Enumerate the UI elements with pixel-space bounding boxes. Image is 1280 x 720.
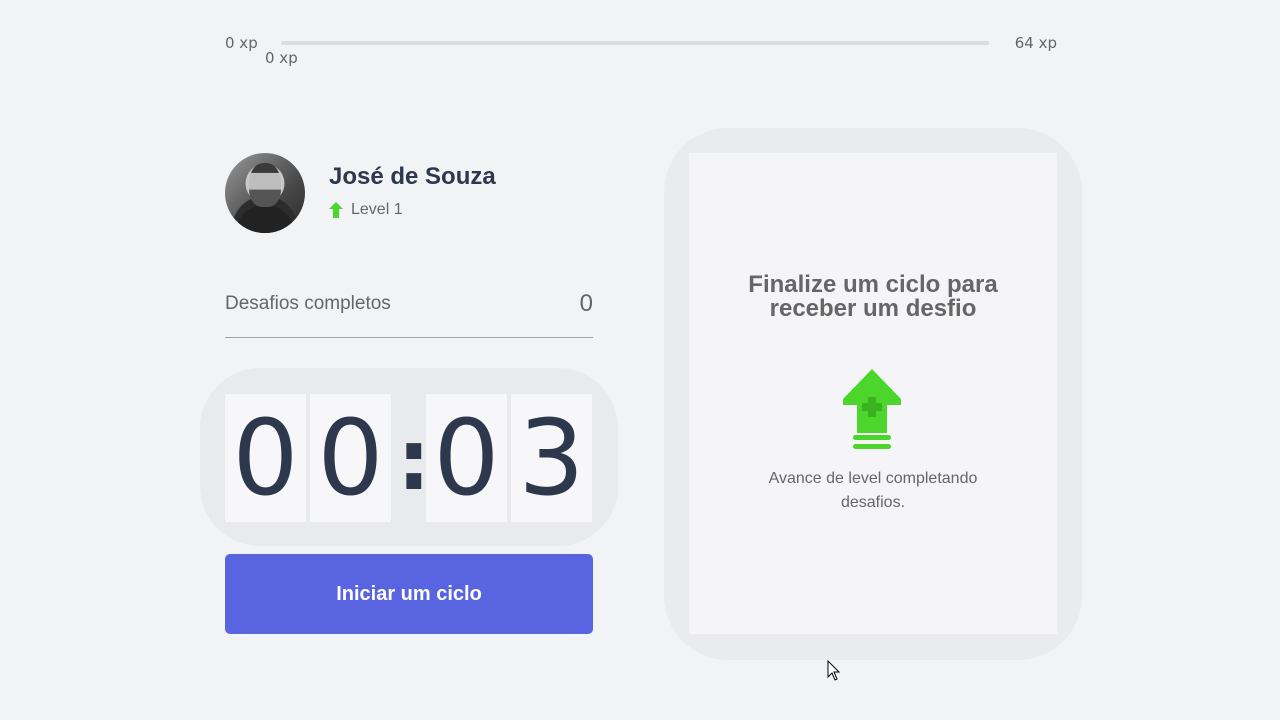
level-label: Level 1 xyxy=(351,201,403,218)
countdown-timer: 0 0 : 0 3 xyxy=(200,368,618,546)
avatar xyxy=(225,153,305,233)
user-profile: José de Souza Level 1 xyxy=(225,153,593,233)
challenge-box: Finalize um ciclo para receber um desfio… xyxy=(689,153,1057,634)
user-level: Level 1 xyxy=(329,201,403,219)
second-digit-tens: 0 xyxy=(426,394,507,522)
level-up-arrow-icon xyxy=(329,202,343,218)
mouse-cursor-icon xyxy=(827,660,841,681)
completed-challenges: Desafios completos 0 xyxy=(225,288,593,338)
minute-digit-tens: 0 xyxy=(225,394,306,522)
xp-progress-track xyxy=(281,41,989,45)
countdown-minutes: 0 0 xyxy=(225,394,391,522)
challenge-box-hint: Avance de level completando desafios. xyxy=(768,470,978,511)
second-digit-ones: 3 xyxy=(511,394,592,522)
countdown-seconds: 0 3 xyxy=(426,394,592,522)
xp-current-label: 0 xp xyxy=(265,49,298,67)
start-cycle-button[interactable]: Iniciar um ciclo xyxy=(225,554,593,634)
xp-max-label: 64 xp xyxy=(1014,34,1057,52)
completed-challenges-label: Desafios completos xyxy=(225,293,391,314)
completed-challenges-count: 0 xyxy=(579,290,593,317)
minute-digit-ones: 0 xyxy=(310,394,391,522)
challenge-box-title: Finalize um ciclo para receber um desfio xyxy=(748,271,998,322)
xp-min-label: 0 xp xyxy=(225,34,258,52)
level-up-icon xyxy=(843,369,901,449)
user-name: José de Souza xyxy=(329,163,496,190)
experience-bar: 0 xp 0 xp 64 xp xyxy=(225,30,1057,67)
